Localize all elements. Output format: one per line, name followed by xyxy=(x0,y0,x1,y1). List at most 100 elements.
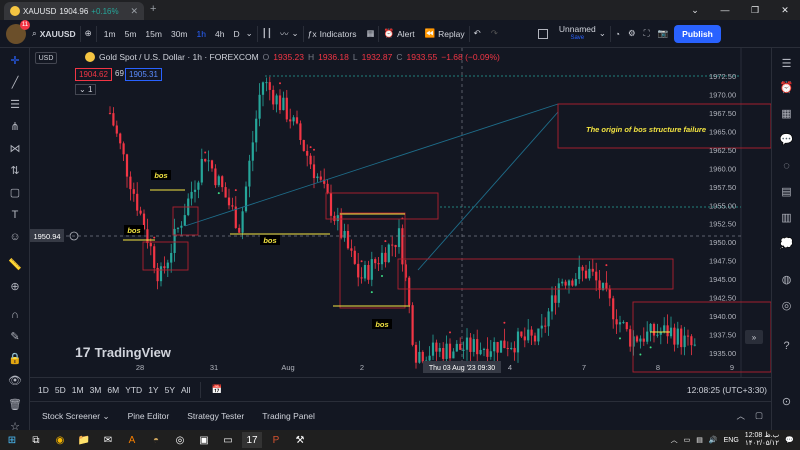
task-view-icon[interactable]: ⧉ xyxy=(26,432,46,448)
broadcast-icon[interactable]: ◎ xyxy=(778,298,795,314)
text-icon[interactable]: T xyxy=(7,208,23,222)
collapse-panel-icon[interactable]: ︿ xyxy=(736,410,745,422)
help-circle-icon[interactable]: ⊙ xyxy=(778,394,795,410)
language-indicator[interactable]: ENG xyxy=(724,437,739,444)
timezone-clock[interactable]: 12:08:25 (UTC+3:30) xyxy=(687,385,767,395)
timeframe-15m[interactable]: 15m xyxy=(142,29,165,39)
timeframe-5m[interactable]: 5m xyxy=(122,29,140,39)
timeframe-1h[interactable]: 1h xyxy=(194,29,209,39)
tradingview-taskbar-icon[interactable]: 17 xyxy=(242,432,262,448)
notifications-icon[interactable]: 💭 xyxy=(778,236,795,252)
fullscreen-button[interactable]: ⛶ xyxy=(644,28,650,39)
network-icon[interactable]: ▤ xyxy=(696,436,703,444)
line-type-button[interactable]: 〰 ⌄ xyxy=(280,28,299,40)
new-tab-icon[interactable]: + xyxy=(150,3,156,15)
range-all[interactable]: All xyxy=(181,385,190,395)
chat-icon[interactable]: 💬 xyxy=(778,132,795,148)
app-ring-icon[interactable]: ◎ xyxy=(170,432,190,448)
range-1m[interactable]: 1M xyxy=(72,385,84,395)
close-tab-icon[interactable]: ✕ xyxy=(130,6,138,17)
minimize-icon[interactable]: — xyxy=(710,0,740,20)
avatar[interactable]: 11 xyxy=(6,19,30,44)
taskbar-clock[interactable]: 12:08 ب.ظ ۱۴۰۲/۰۵/۱۲ xyxy=(745,432,779,448)
data-window-icon[interactable]: ▦ xyxy=(778,106,795,122)
undo-button[interactable]: ↶ xyxy=(474,28,481,39)
notification-center-icon[interactable]: 💬 xyxy=(785,436,794,444)
currency-select[interactable]: USD xyxy=(35,52,57,64)
range-1y[interactable]: 1Y xyxy=(148,385,158,395)
replay-button[interactable]: ⏪ Replay xyxy=(425,28,465,39)
timeframe-d[interactable]: D xyxy=(230,29,242,39)
app-card-icon[interactable]: ▭ xyxy=(218,432,238,448)
range-5y[interactable]: 5Y xyxy=(165,385,175,395)
horizontal-lines-icon[interactable]: ☰ xyxy=(7,98,23,112)
timeframe-4h[interactable]: 4h xyxy=(212,29,227,39)
tray-arrow-icon[interactable]: ︿ xyxy=(671,435,678,445)
ruler-icon[interactable]: 📏 xyxy=(7,258,23,272)
trash-icon[interactable]: 🗑 xyxy=(7,398,23,412)
alerts-clock-icon[interactable]: ⏰ xyxy=(778,80,795,96)
watchlist-icon[interactable]: ☰ xyxy=(778,56,795,72)
app-a-icon[interactable]: A xyxy=(122,432,142,448)
maximize-panel-icon[interactable]: ▢ xyxy=(755,410,763,422)
pattern-icon[interactable]: ⋈ xyxy=(7,142,23,156)
quick-search-button[interactable]: ◔ xyxy=(615,29,620,39)
legend-collapse-button[interactable]: ⌄ 1 xyxy=(75,84,97,95)
timeframe-30m[interactable]: 30m xyxy=(168,29,191,39)
restore-icon[interactable]: ❐ xyxy=(740,0,770,20)
indicators-button[interactable]: ƒx Indicators xyxy=(308,29,357,39)
chrome-icon[interactable]: ◉ xyxy=(50,432,70,448)
pencil-lock-icon[interactable]: ✎ xyxy=(7,330,23,344)
publish-button[interactable]: Publish xyxy=(674,24,721,43)
range-3m[interactable]: 3M xyxy=(90,385,102,395)
range-1d[interactable]: 1D xyxy=(38,385,49,395)
layout-save-button[interactable]: Unnamed Save ⌄ xyxy=(537,24,606,43)
file-explorer-icon[interactable]: 📁 xyxy=(74,432,94,448)
range-5d[interactable]: 5D xyxy=(55,385,66,395)
sell-button[interactable]: 1904.62 xyxy=(75,68,112,81)
tab-stock-screener[interactable]: Stock Screener ⌄ xyxy=(42,411,110,422)
zoom-in-icon[interactable]: ⊕ xyxy=(7,280,23,294)
candle-type-button[interactable]: ┃┃ xyxy=(262,28,272,39)
chart-pane[interactable]: bos bos bos bos The origin of bos structure … xyxy=(30,48,771,377)
chevron-down-icon[interactable]: ⌄ xyxy=(246,28,253,39)
powerpoint-icon[interactable]: P xyxy=(266,432,286,448)
rectangle-shape-icon[interactable]: ▢ xyxy=(7,186,23,200)
tab-search-icon[interactable]: ⌄ xyxy=(680,0,710,20)
goto-date-icon[interactable]: 📅 xyxy=(211,384,222,395)
snapshot-button[interactable]: 📷 xyxy=(658,28,669,39)
app-tool-icon[interactable]: ⚒ xyxy=(290,432,310,448)
layouts-button[interactable]: ▦ xyxy=(366,28,374,39)
ideas-icon[interactable]: ◌ xyxy=(778,158,795,174)
volume-icon[interactable]: 🔊 xyxy=(709,436,718,444)
buy-button[interactable]: 1905.31 xyxy=(125,68,162,81)
eye-icon[interactable]: 👁 xyxy=(7,374,23,388)
crosshair-icon[interactable]: ✛ xyxy=(7,54,23,68)
calendar-icon[interactable]: ▤ xyxy=(778,184,795,200)
close-window-icon[interactable]: ✕ xyxy=(770,0,800,20)
app-image-icon[interactable]: ▣ xyxy=(194,432,214,448)
help-icon[interactable]: ? xyxy=(778,338,795,354)
browser-tab[interactable]: XAUUSD 1904.96 +0.16% ✕ xyxy=(4,2,144,20)
hotlist-icon[interactable]: ▥ xyxy=(778,210,795,226)
range-6m[interactable]: 6M xyxy=(107,385,119,395)
streams-icon[interactable]: ◍ xyxy=(778,272,795,288)
tab-pine-editor[interactable]: Pine Editor xyxy=(128,411,170,421)
legend-title[interactable]: Gold Spot / U.S. Dollar · 1h · FOREXCOM xyxy=(99,52,259,62)
timeframe-1m[interactable]: 1m xyxy=(101,29,119,39)
price-chart[interactable]: bos bos bos bos The origin of bos structure … xyxy=(30,48,771,377)
redo-button[interactable]: ↷ xyxy=(491,28,498,39)
projection-icon[interactable]: ⇅ xyxy=(7,164,23,178)
tab-strategy-tester[interactable]: Strategy Tester xyxy=(187,411,244,421)
compare-symbol-button[interactable]: ⊕ xyxy=(85,28,92,39)
lock-icon[interactable]: 🔒 xyxy=(7,352,23,366)
emoji-icon[interactable]: ☺ xyxy=(7,230,23,244)
settings-button[interactable]: ⚙ xyxy=(628,28,636,39)
battery-icon[interactable]: ▭ xyxy=(684,436,691,444)
trend-line-icon[interactable]: ╱ xyxy=(7,76,23,90)
fork-icon[interactable]: ⋔ xyxy=(7,120,23,134)
range-ytd[interactable]: YTD xyxy=(125,385,142,395)
tab-trading-panel[interactable]: Trading Panel xyxy=(262,411,315,421)
app-shell-icon[interactable]: ◓ xyxy=(146,432,166,448)
magnet-icon[interactable]: ∩ xyxy=(7,308,23,322)
